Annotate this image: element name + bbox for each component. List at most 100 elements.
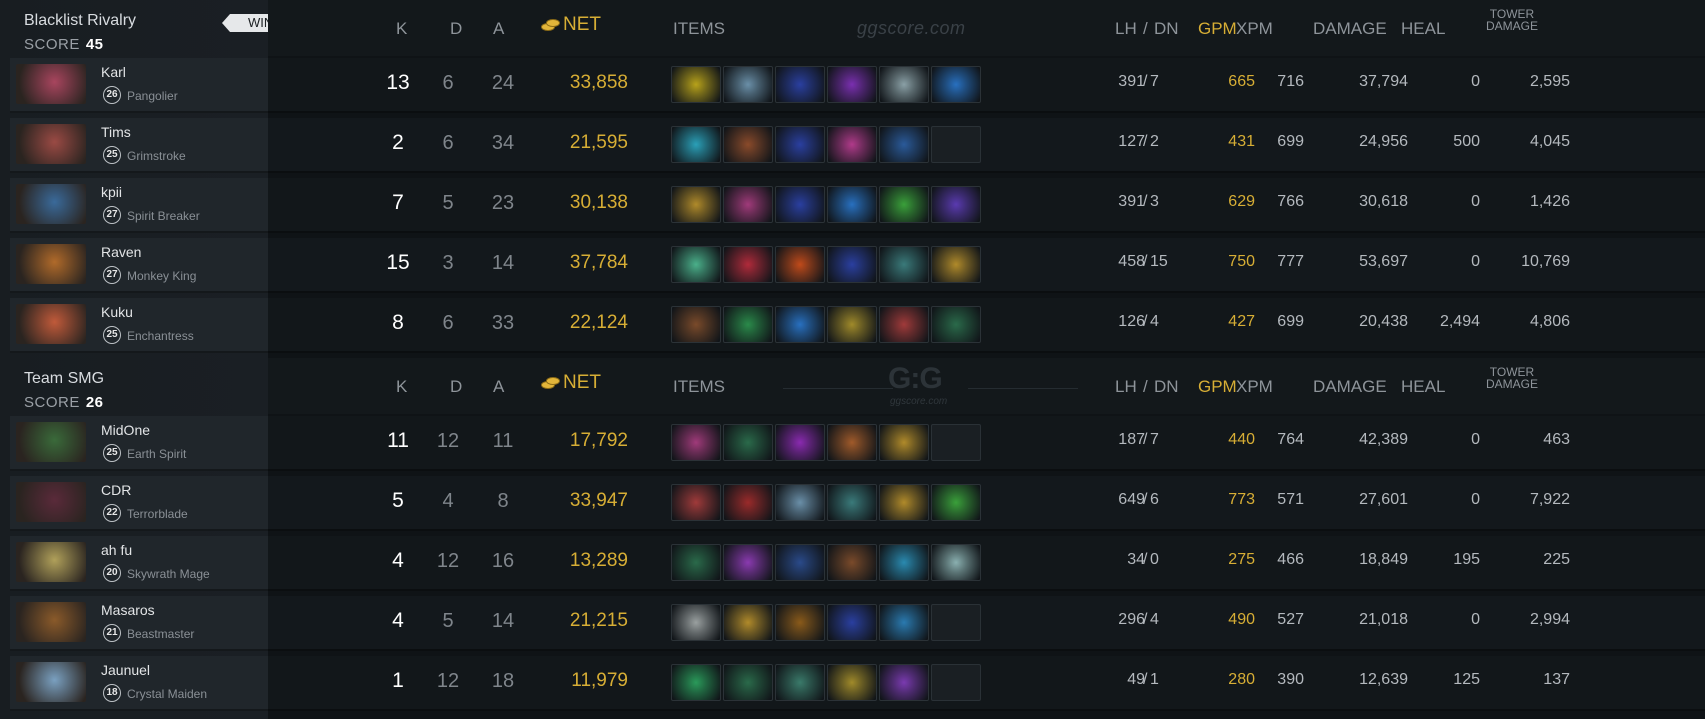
item-green-spark-icon[interactable]	[671, 246, 721, 283]
header-net[interactable]: NET	[541, 14, 601, 36]
item-blue-creature-icon[interactable]	[879, 544, 929, 581]
item-purple-star-icon[interactable]	[723, 544, 773, 581]
header-items[interactable]: ITEMS	[673, 19, 725, 39]
player-row[interactable]: ah fu 20 Skywrath Mage	[10, 536, 268, 591]
item-purple-cross-icon[interactable]	[775, 424, 825, 461]
player-name[interactable]: Jaunuel	[101, 662, 150, 678]
player-row[interactable]: Karl 26 Pangolier	[10, 58, 268, 113]
item-lantern-icon[interactable]	[827, 424, 877, 461]
item-white-swirl-icon[interactable]	[931, 544, 981, 581]
header-lh[interactable]: LH	[1115, 377, 1137, 397]
item-red-axe-icon[interactable]	[671, 484, 721, 521]
item-gold-helm-icon[interactable]	[879, 484, 929, 521]
header-heal[interactable]: HEAL	[1401, 377, 1445, 397]
item-fire-icon[interactable]	[775, 246, 825, 283]
item-axe-icon[interactable]	[775, 484, 825, 521]
item-gold-helm-icon[interactable]	[723, 604, 773, 641]
hero-portrait[interactable]	[16, 602, 86, 642]
header-xpm[interactable]: XPM	[1236, 377, 1273, 397]
team-name[interactable]: Blacklist Rivalry	[24, 12, 136, 30]
empty-item-slot[interactable]	[931, 424, 981, 461]
player-name[interactable]: Raven	[101, 244, 141, 260]
player-row[interactable]: MidOne 25 Earth Spirit	[10, 416, 268, 471]
player-row[interactable]: Tims 25 Grimstroke	[10, 118, 268, 173]
hero-portrait[interactable]	[16, 64, 86, 104]
item-teal-eye-icon[interactable]	[879, 246, 929, 283]
player-name[interactable]: kpii	[101, 184, 122, 200]
item-boots-icon[interactable]	[827, 544, 877, 581]
hero-portrait[interactable]	[16, 662, 86, 702]
item-blue-lens-icon[interactable]	[879, 126, 929, 163]
hero-portrait[interactable]	[16, 422, 86, 462]
item-blue-orb-icon[interactable]	[827, 186, 877, 223]
player-name[interactable]: Kuku	[101, 304, 133, 320]
header-net[interactable]: NET	[541, 372, 601, 394]
item-red-scythe-icon[interactable]	[723, 484, 773, 521]
item-red-axe-icon[interactable]	[879, 306, 929, 343]
header-gpm[interactable]: GPM	[1198, 19, 1237, 39]
header-tower-damage[interactable]: TOWER DAMAGE	[1486, 366, 1538, 390]
header-heal[interactable]: HEAL	[1401, 19, 1445, 39]
item-gold-helm-icon[interactable]	[879, 424, 929, 461]
header-k[interactable]: K	[396, 19, 407, 39]
header-a[interactable]: A	[493, 377, 504, 397]
player-row[interactable]: Jaunuel 18 Crystal Maiden	[10, 656, 268, 711]
header-slash[interactable]: /	[1143, 19, 1148, 39]
item-blue-orb-icon[interactable]	[931, 66, 981, 103]
team-name[interactable]: Team SMG	[24, 370, 104, 388]
item-gold-helm-icon[interactable]	[931, 246, 981, 283]
item-blue-dagger-icon[interactable]	[827, 246, 877, 283]
player-row[interactable]: kpii 27 Spirit Breaker	[10, 178, 268, 233]
header-d[interactable]: D	[450, 377, 462, 397]
player-row[interactable]: Masaros 21 Beastmaster	[10, 596, 268, 651]
item-blue-dagger-icon[interactable]	[775, 66, 825, 103]
item-gold-helm-icon[interactable]	[671, 186, 721, 223]
item-green-spear-icon[interactable]	[723, 664, 773, 701]
item-boots-icon[interactable]	[671, 306, 721, 343]
player-name[interactable]: MidOne	[101, 422, 150, 438]
empty-item-slot[interactable]	[931, 664, 981, 701]
item-blue-dagger-icon[interactable]	[827, 604, 877, 641]
item-green-spear-icon[interactable]	[931, 306, 981, 343]
hero-portrait[interactable]	[16, 124, 86, 164]
item-blue-dagger-icon[interactable]	[775, 126, 825, 163]
header-a[interactable]: A	[493, 19, 504, 39]
item-pink-orb-icon[interactable]	[671, 424, 721, 461]
header-items[interactable]: ITEMS	[673, 377, 725, 397]
item-blue-dagger-icon[interactable]	[775, 186, 825, 223]
header-damage[interactable]: DAMAGE	[1313, 377, 1387, 397]
item-axe-icon[interactable]	[723, 66, 773, 103]
header-xpm[interactable]: XPM	[1236, 19, 1273, 39]
hero-portrait[interactable]	[16, 542, 86, 582]
player-name[interactable]: Karl	[101, 64, 126, 80]
item-green-spear-icon[interactable]	[671, 544, 721, 581]
item-green-spear-icon[interactable]	[723, 424, 773, 461]
header-d[interactable]: D	[450, 19, 462, 39]
item-blue-book-icon[interactable]	[879, 604, 929, 641]
item-blue-orb-icon[interactable]	[775, 306, 825, 343]
item-bronze-helm-icon[interactable]	[775, 604, 825, 641]
item-pink-orb-icon[interactable]	[827, 126, 877, 163]
item-teal-eye-icon[interactable]	[827, 484, 877, 521]
item-purple-cloak-icon[interactable]	[931, 186, 981, 223]
item-green-gem-icon[interactable]	[723, 306, 773, 343]
empty-item-slot[interactable]	[931, 604, 981, 641]
item-white-blade-icon[interactable]	[671, 604, 721, 641]
header-dn[interactable]: DN	[1154, 19, 1179, 39]
player-name[interactable]: Tims	[101, 124, 131, 140]
item-blue-armor-icon[interactable]	[775, 544, 825, 581]
hero-portrait[interactable]	[16, 482, 86, 522]
item-gold-orb-icon[interactable]	[827, 664, 877, 701]
item-purple-blade-icon[interactable]	[827, 66, 877, 103]
player-row[interactable]: CDR 22 Terrorblade	[10, 476, 268, 531]
header-damage[interactable]: DAMAGE	[1313, 19, 1387, 39]
player-row[interactable]: Raven 27 Monkey King	[10, 238, 268, 293]
item-yellow-icon[interactable]	[671, 66, 721, 103]
item-purple-orb-icon[interactable]	[879, 664, 929, 701]
player-row[interactable]: Kuku 25 Enchantress	[10, 298, 268, 353]
item-green-swirl-icon[interactable]	[879, 186, 929, 223]
item-ice-shard-icon[interactable]	[671, 126, 721, 163]
hero-portrait[interactable]	[16, 304, 86, 344]
item-teal-staff-icon[interactable]	[775, 664, 825, 701]
header-gpm[interactable]: GPM	[1198, 377, 1237, 397]
